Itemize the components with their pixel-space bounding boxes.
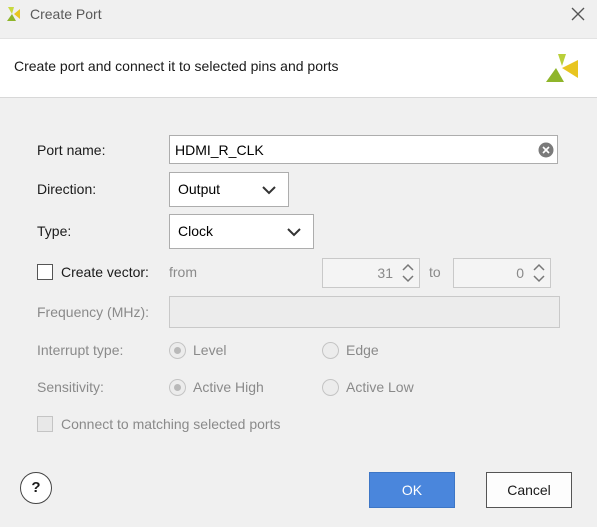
clear-icon[interactable] — [538, 142, 554, 158]
chevron-down-icon — [287, 228, 301, 237]
create-vector-label: Create vector: — [61, 264, 149, 280]
vector-from-spinner[interactable]: 31 — [322, 258, 420, 288]
radio-edge-label: Edge — [346, 342, 379, 358]
vector-to-value: 0 — [516, 265, 524, 281]
direction-label: Direction: — [37, 181, 97, 197]
radio-level-label: Level — [193, 342, 227, 358]
chevron-down-icon — [262, 186, 276, 195]
vivado-logo-icon — [7, 7, 20, 21]
direction-select[interactable]: Output — [169, 172, 289, 207]
ok-button[interactable]: OK — [369, 472, 455, 508]
dialog-header: Create port and connect it to selected p… — [0, 38, 597, 98]
radio-level[interactable] — [169, 342, 186, 359]
vivado-logo-icon — [546, 54, 578, 82]
radio-active-low-label: Active Low — [346, 379, 414, 395]
interrupt-type-label: Interrupt type: — [37, 342, 124, 358]
type-select[interactable]: Clock — [169, 214, 314, 249]
port-name-label: Port name: — [37, 142, 106, 158]
type-label: Type: — [37, 223, 72, 239]
create-vector-checkbox[interactable] — [37, 264, 53, 280]
frequency-input[interactable] — [169, 296, 560, 328]
radio-active-low[interactable] — [322, 379, 339, 396]
to-label: to — [429, 264, 441, 280]
port-name-input[interactable]: HDMI_R_CLK — [169, 135, 558, 164]
radio-active-high[interactable] — [169, 379, 186, 396]
close-icon[interactable] — [569, 5, 587, 23]
radio-edge[interactable] — [322, 342, 339, 359]
connect-matching-checkbox[interactable] — [37, 416, 53, 432]
title-bar: Create Port — [0, 0, 597, 30]
radio-active-high-label: Active High — [193, 379, 264, 395]
vector-to-spinner[interactable]: 0 — [453, 258, 551, 288]
window-title: Create Port — [30, 6, 102, 22]
spinner-arrows-icon[interactable] — [532, 262, 546, 284]
port-name-value: HDMI_R_CLK — [175, 142, 264, 158]
frequency-label: Frequency (MHz): — [37, 304, 150, 320]
help-button[interactable]: ? — [20, 472, 52, 504]
sensitivity-label: Sensitivity: — [37, 379, 104, 395]
cancel-button[interactable]: Cancel — [486, 472, 572, 508]
direction-value: Output — [178, 181, 221, 197]
type-value: Clock — [178, 223, 214, 239]
spinner-arrows-icon[interactable] — [401, 262, 415, 284]
from-label: from — [169, 264, 197, 280]
vector-from-value: 31 — [377, 265, 393, 281]
dialog-description: Create port and connect it to selected p… — [14, 58, 339, 74]
connect-matching-label: Connect to matching selected ports — [61, 416, 281, 432]
